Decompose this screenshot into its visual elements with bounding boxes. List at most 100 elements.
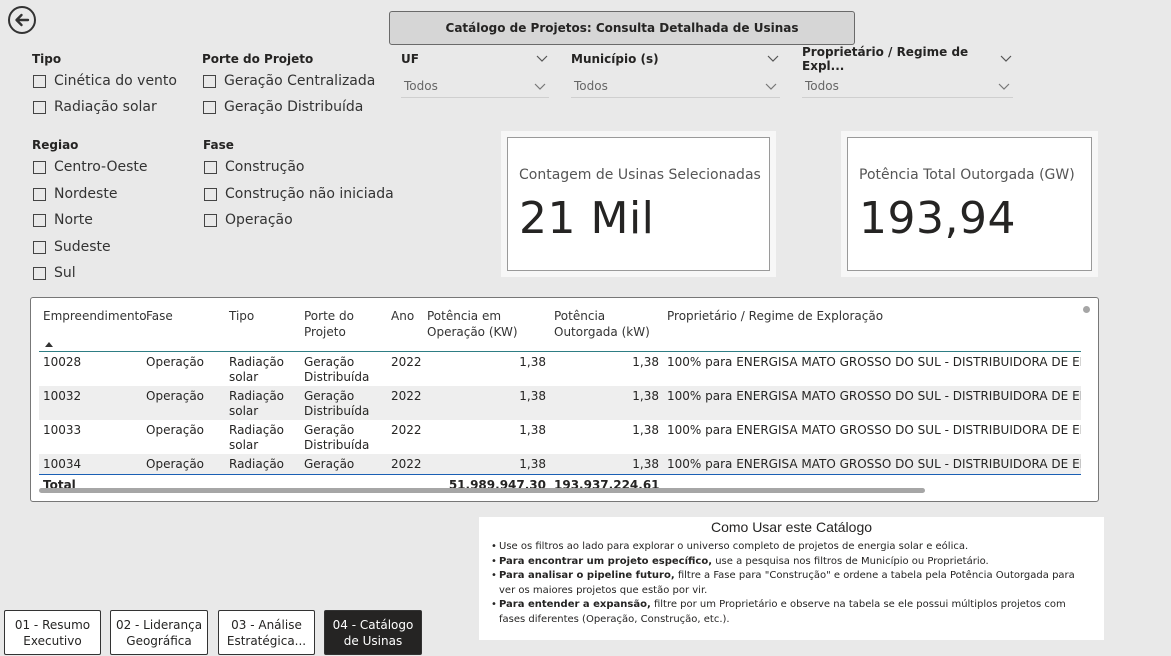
cell-porte: Geração [304,457,355,471]
kpi-value: 193,94 [859,193,1016,244]
checkbox-tipo-vento[interactable]: Cinética do vento [33,73,177,89]
checkbox-regiao-nordeste[interactable]: Nordeste [33,186,117,202]
column-header[interactable]: Potência Outorgada (kW) [550,306,663,351]
column-header[interactable]: Porte do Projeto [300,306,387,351]
chevron-down-icon [534,83,546,90]
cell-id: 10032 [43,389,82,403]
back-button[interactable] [8,6,36,34]
checkbox-label: Construção não iniciada [225,186,394,202]
checkbox-regiao-centro-oeste[interactable]: Centro-Oeste [33,159,148,175]
column-header[interactable]: Fase [142,306,225,351]
checkbox-label: Centro-Oeste [54,159,148,175]
cell-pot-op: 1,38 [519,389,546,403]
cell-porte: Geração Distribuída [304,389,370,418]
checkbox-fase-construcao[interactable]: Construção [204,159,304,175]
how-to-title: Como Usar este Catálogo [710,519,873,535]
checkbox-icon [204,213,217,227]
checkbox-label: Operação [225,212,293,228]
cell-pot-op: 1,38 [519,457,546,471]
list-item: Para entender a expansão, filtre por um … [491,598,1091,627]
slicer-title-regiao: Regiao [32,138,79,152]
checkbox-porte-centralizada[interactable]: Geração Centralizada [203,73,375,89]
checkbox-label: Radiação solar [54,99,157,115]
checkbox-label: Sul [54,265,76,281]
cell-pot-out: 1,38 [632,457,659,471]
chevron-down-icon [767,55,779,62]
cell-porte: Geração Distribuída [304,423,370,452]
list-item-text: use a pesquisa nos filtros de Município … [712,555,989,567]
cell-id: 10034 [43,457,82,471]
cell-ano: 2022 [391,355,422,369]
kpi-value: 21 Mil [519,193,655,244]
checkbox-fase-operacao[interactable]: Operação [204,212,293,228]
checkbox-regiao-sul[interactable]: Sul [33,265,76,281]
column-header[interactable]: Tipo [225,306,300,351]
column-header[interactable]: Empreendimento [39,306,147,351]
dropdown-value: Todos [404,78,438,93]
table-header-row: Empreendimento Fase Tipo Porte do Projet… [39,306,1081,352]
page-title: Catálogo de Projetos: Consulta Detalhada… [389,11,855,45]
cell-id: 10028 [43,355,82,369]
cell-fase: Operação [146,389,205,403]
nav-tab-lideranca[interactable]: 02 - Liderança Geográfica [110,610,208,655]
how-to-panel: Como Usar este Catálogo Use os filtros a… [479,517,1104,640]
checkbox-regiao-norte[interactable]: Norte [33,212,93,228]
checkbox-icon [33,266,46,280]
cell-id: 10033 [43,423,82,437]
dropdown-proprietario[interactable]: Todos [802,74,1013,98]
checkbox-icon [33,74,46,88]
cell-ano: 2022 [391,389,422,403]
cell-prop: 100% para ENERGISA MATO GROSSO DO SUL - … [667,389,1081,403]
kpi-card-count: Contagem de Usinas Selecionadas 21 Mil [501,131,776,277]
dropdown-value: Todos [805,78,839,93]
cell-fase: Operação [146,355,205,369]
checkbox-tipo-solar[interactable]: Radiação solar [33,99,157,115]
table-row[interactable]: 10034 Operação Radiação Geração 2022 1,3… [39,454,1081,474]
slicer-title-porte: Porte do Projeto [202,52,314,66]
checkbox-icon [204,187,217,201]
nav-tab-catalogo[interactable]: 04 - Catálogo de Usinas [324,610,422,655]
chevron-down-icon [1000,55,1012,62]
cell-pot-out: 1,38 [632,423,659,437]
checkbox-icon [203,74,216,88]
sort-ascending-icon [45,342,53,347]
cell-pot-out: 1,38 [632,355,659,369]
nav-tab-analise[interactable]: 03 - Análise Estratégica... [218,610,315,655]
checkbox-label: Cinética do vento [54,73,177,89]
nav-tab-resumo[interactable]: 01 - Resumo Executivo [4,610,101,655]
list-item: Para encontrar um projeto específico, us… [491,555,1091,570]
cell-fase: Operação [146,457,205,471]
plants-table[interactable]: Empreendimento Fase Tipo Porte do Projet… [30,297,1099,502]
checkbox-icon [33,240,46,254]
table-row[interactable]: 10032 Operação Radiação solar Geração Di… [39,386,1081,420]
checkbox-porte-distribuida[interactable]: Geração Distribuída [203,99,363,115]
list-item: Para analisar o pipeline futuro, filtre … [491,569,1091,598]
checkbox-icon [33,100,46,114]
column-header[interactable]: Potência em Operação (KW) [423,306,550,351]
cell-ano: 2022 [391,423,422,437]
vertical-scrollbar[interactable] [1083,306,1090,313]
cell-pot-out: 1,38 [632,389,659,403]
table-row[interactable]: 10028 Operação Radiação solar Geração Di… [39,352,1081,386]
kpi-label: Potência Total Outorgada (GW) [859,167,1075,183]
cell-prop: 100% para ENERGISA MATO GROSSO DO SUL - … [667,423,1081,437]
cell-pot-op: 1,38 [519,355,546,369]
column-header[interactable]: Proprietário / Regime de Exploração [663,306,1081,351]
dropdown-header-uf[interactable]: UF [401,51,549,67]
list-item-bold: Para encontrar um projeto específico, [499,555,713,567]
table-row[interactable]: 10033 Operação Radiação solar Geração Di… [39,420,1081,454]
list-item: Use os filtros ao lado para explorar o u… [491,540,1091,555]
dropdown-uf[interactable]: Todos [401,74,549,98]
dropdown-municipio[interactable]: Todos [571,74,780,98]
cell-tipo: Radiação solar [229,423,285,452]
dropdown-header-proprietario[interactable]: Proprietário / Regime de Expl... [802,45,1013,73]
column-header[interactable]: Ano [387,306,423,351]
checkbox-label: Geração Centralizada [224,73,376,89]
checkbox-fase-nao-iniciada[interactable]: Construção não iniciada [204,186,394,202]
list-item-bold: Para analisar o pipeline futuro, [499,570,675,581]
dropdown-header-municipio[interactable]: Município (s) [571,51,780,67]
cell-tipo: Radiação [229,457,285,471]
chevron-down-icon [765,83,777,90]
horizontal-scrollbar[interactable] [39,488,925,493]
checkbox-regiao-sudeste[interactable]: Sudeste [33,239,111,255]
